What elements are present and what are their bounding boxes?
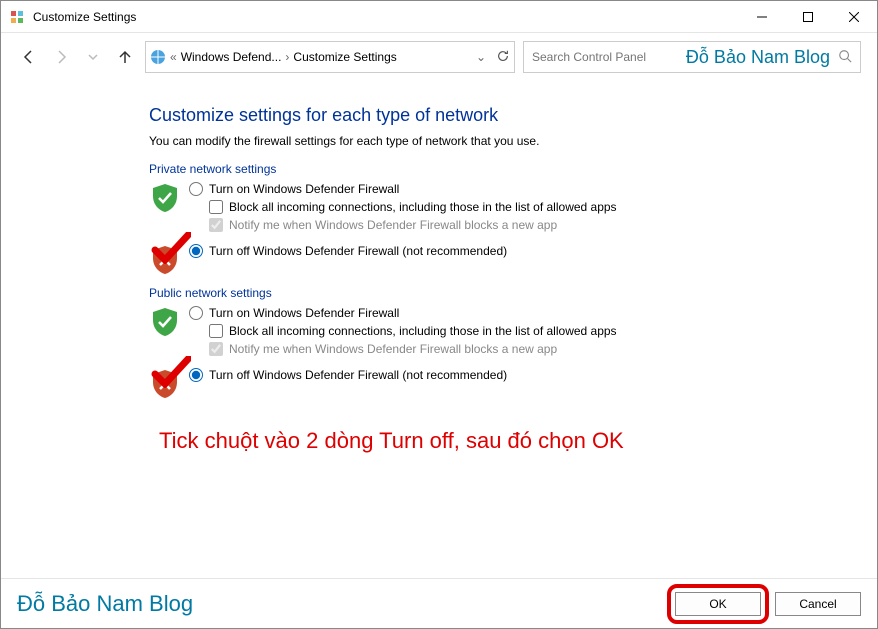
private-block-checkbox[interactable]	[209, 200, 223, 214]
title-bar: Customize Settings	[1, 1, 877, 33]
public-block-option[interactable]: Block all incoming connections, includin…	[209, 324, 829, 338]
breadcrumb-levels: «	[170, 50, 177, 64]
private-notify-label: Notify me when Windows Defender Firewall…	[229, 218, 557, 232]
public-notify-label: Notify me when Windows Defender Firewall…	[229, 342, 557, 356]
maximize-button[interactable]	[785, 1, 831, 33]
ok-highlight-box: OK	[667, 584, 769, 624]
private-turn-on-option[interactable]: Turn on Windows Defender Firewall	[189, 182, 829, 196]
private-turn-off-option[interactable]: Turn off Windows Defender Firewall (not …	[189, 244, 829, 258]
public-block-label: Block all incoming connections, includin…	[229, 324, 617, 338]
back-button[interactable]	[17, 45, 41, 69]
search-input[interactable]	[532, 50, 838, 64]
search-box[interactable]: Đỗ Bảo Nam Blog	[523, 41, 861, 73]
shield-red-icon	[149, 244, 181, 276]
private-notify-checkbox	[209, 218, 223, 232]
watermark-brand-bottom: Đỗ Bảo Nam Blog	[17, 591, 193, 617]
public-turn-on-option[interactable]: Turn on Windows Defender Firewall	[189, 306, 829, 320]
breadcrumb[interactable]: « Windows Defend... › Customize Settings…	[145, 41, 515, 73]
public-turn-on-label: Turn on Windows Defender Firewall	[209, 306, 399, 320]
breadcrumb-part2[interactable]: Customize Settings	[293, 50, 396, 64]
annotation-instruction: Tick chuột vào 2 dòng Turn off, sau đó c…	[159, 428, 829, 454]
shield-red-icon	[149, 368, 181, 400]
private-turn-on-label: Turn on Windows Defender Firewall	[209, 182, 399, 196]
close-button[interactable]	[831, 1, 877, 33]
breadcrumb-sep-icon: ›	[285, 50, 289, 64]
private-turn-on-radio[interactable]	[189, 182, 203, 196]
public-notify-option: Notify me when Windows Defender Firewall…	[209, 342, 829, 356]
private-on-group: Turn on Windows Defender Firewall Block …	[149, 182, 829, 236]
private-turn-off-radio[interactable]	[189, 244, 203, 258]
page-title: Customize settings for each type of netw…	[149, 105, 829, 126]
public-section-label: Public network settings	[149, 286, 829, 300]
refresh-button[interactable]	[496, 49, 510, 66]
public-on-group: Turn on Windows Defender Firewall Block …	[149, 306, 829, 360]
minimize-button[interactable]	[739, 1, 785, 33]
private-turn-off-label: Turn off Windows Defender Firewall (not …	[209, 244, 507, 258]
public-off-group: Turn off Windows Defender Firewall (not …	[149, 368, 829, 400]
private-block-option[interactable]: Block all incoming connections, includin…	[209, 200, 829, 214]
private-section-label: Private network settings	[149, 162, 829, 176]
public-turn-off-radio[interactable]	[189, 368, 203, 382]
public-block-checkbox[interactable]	[209, 324, 223, 338]
page-description: You can modify the firewall settings for…	[149, 134, 829, 148]
private-notify-option: Notify me when Windows Defender Firewall…	[209, 218, 829, 232]
ok-button[interactable]: OK	[675, 592, 761, 616]
nav-toolbar: « Windows Defend... › Customize Settings…	[1, 33, 877, 81]
search-icon[interactable]	[838, 49, 852, 66]
private-off-group: Turn off Windows Defender Firewall (not …	[149, 244, 829, 276]
public-notify-checkbox	[209, 342, 223, 356]
shield-green-icon	[149, 182, 181, 214]
breadcrumb-dropdown-icon[interactable]: ⌄	[476, 50, 486, 64]
public-turn-off-label: Turn off Windows Defender Firewall (not …	[209, 368, 507, 382]
firewall-breadcrumb-icon	[150, 49, 166, 65]
private-block-label: Block all incoming connections, includin…	[229, 200, 617, 214]
recent-dropdown[interactable]	[81, 45, 105, 69]
shield-green-icon	[149, 306, 181, 338]
public-turn-on-radio[interactable]	[189, 306, 203, 320]
window-title: Customize Settings	[33, 10, 136, 24]
public-turn-off-option[interactable]: Turn off Windows Defender Firewall (not …	[189, 368, 829, 382]
up-button[interactable]	[113, 45, 137, 69]
cancel-button[interactable]: Cancel	[775, 592, 861, 616]
content-area: Customize settings for each type of netw…	[1, 81, 877, 454]
forward-button[interactable]	[49, 45, 73, 69]
footer: Đỗ Bảo Nam Blog OK Cancel	[1, 578, 877, 628]
firewall-app-icon	[9, 9, 25, 25]
breadcrumb-part1[interactable]: Windows Defend...	[181, 50, 282, 64]
